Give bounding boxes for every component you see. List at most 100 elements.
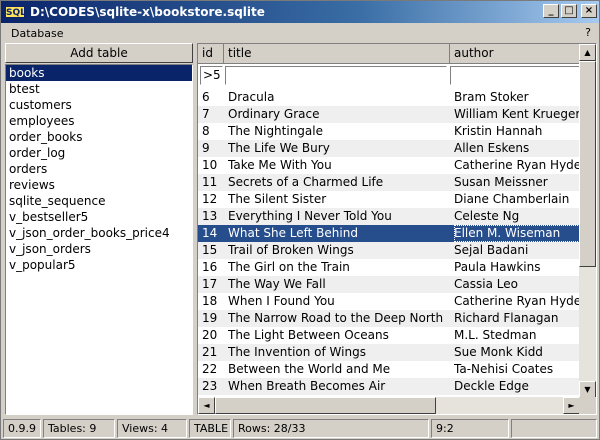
table-list-item[interactable]: customers: [6, 97, 192, 113]
table-row[interactable]: 23 When Breath Becomes Air Deckle Edge: [198, 378, 580, 395]
cell-author[interactable]: Ta-Nehisi Coates: [454, 361, 580, 378]
cell-author[interactable]: Celeste Ng: [454, 208, 580, 225]
table-list[interactable]: books btest customers employees order_books o…: [5, 64, 193, 415]
table-row[interactable]: 15 Trail of Broken Wings Sejal Badani: [198, 242, 580, 259]
cell-id[interactable]: 20: [202, 327, 226, 344]
table-list-item[interactable]: books: [6, 65, 192, 81]
cell-author[interactable]: M.L. Stedman: [454, 327, 580, 344]
table-list-item[interactable]: v_json_orders: [6, 241, 192, 257]
cell-title[interactable]: The Way We Fall: [228, 276, 450, 293]
table-list-item[interactable]: btest: [6, 81, 192, 97]
cell-title[interactable]: The Nightingale: [228, 123, 450, 140]
cell-id[interactable]: 9: [202, 140, 226, 157]
table-row[interactable]: 7 Ordinary Grace William Kent Krueger: [198, 106, 580, 123]
cell-id[interactable]: 16: [202, 259, 226, 276]
cell-id[interactable]: 18: [202, 293, 226, 310]
cell-id[interactable]: 13: [202, 208, 226, 225]
table-list-item[interactable]: v_popular5: [6, 257, 192, 273]
table-row[interactable]: 10 Take Me With You Catherine Ryan Hyde: [198, 157, 580, 174]
table-row[interactable]: 6 Dracula Bram Stoker: [198, 89, 580, 106]
table-list-item[interactable]: v_bestseller5: [6, 209, 192, 225]
cell-id[interactable]: 14: [202, 225, 226, 242]
title-bar[interactable]: SQL D:\CODES\sqlite-x\bookstore.sqlite _…: [1, 1, 599, 23]
cell-title[interactable]: Everything I Never Told You: [228, 208, 450, 225]
filter-title-input[interactable]: [225, 66, 447, 85]
vertical-scrollbar[interactable]: ▲ ▼: [579, 44, 596, 398]
table-row[interactable]: 12 The Silent Sister Diane Chamberlain: [198, 191, 580, 208]
table-row[interactable]: 22 Between the World and Me Ta-Nehisi Coat…: [198, 361, 580, 378]
cell-author[interactable]: Catherine Ryan Hyde: [454, 293, 580, 310]
help-menu[interactable]: ?: [585, 26, 591, 39]
cell-author[interactable]: Deckle Edge: [454, 378, 580, 395]
table-list-item[interactable]: v_json_order_books_price4: [6, 225, 192, 241]
table-row[interactable]: 11 Secrets of a Charmed Life Susan Meissne…: [198, 174, 580, 191]
table-list-item[interactable]: reviews: [6, 177, 192, 193]
cell-id[interactable]: 19: [202, 310, 226, 327]
table-row[interactable]: 17 The Way We Fall Cassia Leo: [198, 276, 580, 293]
table-row[interactable]: 8 The Nightingale Kristin Hannah: [198, 123, 580, 140]
cell-author[interactable]: Richard Flanagan: [454, 310, 580, 327]
cell-id[interactable]: 23: [202, 378, 226, 395]
menu-database[interactable]: Database: [1, 27, 74, 40]
cell-title[interactable]: When I Found You: [228, 293, 450, 310]
cell-title[interactable]: The Girl on the Train: [228, 259, 450, 276]
cell-author[interactable]: Diane Chamberlain: [454, 191, 580, 208]
cell-author[interactable]: Allen Eskens: [454, 140, 580, 157]
cell-title[interactable]: Take Me With You: [228, 157, 450, 174]
table-row[interactable]: 14 What She Left Behind Ellen M. Wiseman: [198, 225, 580, 242]
cell-id[interactable]: 11: [202, 174, 226, 191]
table-row[interactable]: 16 The Girl on the Train Paula Hawkins: [198, 259, 580, 276]
table-list-item[interactable]: order_books: [6, 129, 192, 145]
cell-author[interactable]: Cassia Leo: [454, 276, 580, 293]
horizontal-scroll-thumb[interactable]: [215, 397, 436, 414]
table-row[interactable]: 20 The Light Between Oceans M.L. Stedman: [198, 327, 580, 344]
cell-author[interactable]: Sejal Badani: [454, 242, 580, 259]
table-row[interactable]: 19 The Narrow Road to the Deep North Richa…: [198, 310, 580, 327]
horizontal-scrollbar[interactable]: ◄ ►: [198, 397, 580, 414]
column-header-author[interactable]: author: [450, 44, 580, 64]
table-list-item[interactable]: order_log: [6, 145, 192, 161]
scroll-left-icon[interactable]: ◄: [198, 397, 215, 414]
cell-title[interactable]: Secrets of a Charmed Life: [228, 174, 450, 191]
cell-author[interactable]: Paula Hawkins: [454, 259, 580, 276]
table-list-item[interactable]: orders: [6, 161, 192, 177]
cell-id[interactable]: 22: [202, 361, 226, 378]
cell-author[interactable]: Catherine Ryan Hyde: [454, 157, 580, 174]
cell-author[interactable]: Sue Monk Kidd: [454, 344, 580, 361]
scroll-down-icon[interactable]: ▼: [579, 381, 596, 398]
cell-title[interactable]: When Breath Becomes Air: [228, 378, 450, 395]
cell-id[interactable]: 21: [202, 344, 226, 361]
cell-id[interactable]: 15: [202, 242, 226, 259]
cell-title[interactable]: The Life We Bury: [228, 140, 450, 157]
close-button[interactable]: ×: [581, 4, 597, 18]
cell-author[interactable]: Susan Meissner: [454, 174, 580, 191]
table-list-item[interactable]: employees: [6, 113, 192, 129]
cell-id[interactable]: 6: [202, 89, 226, 106]
minimize-button[interactable]: _: [543, 4, 559, 18]
filter-id-input[interactable]: >5: [200, 66, 223, 85]
cell-title[interactable]: The Narrow Road to the Deep North: [228, 310, 450, 327]
scroll-up-icon[interactable]: ▲: [579, 44, 596, 61]
cell-id[interactable]: 12: [202, 191, 226, 208]
scroll-right-icon[interactable]: ►: [563, 397, 580, 414]
maximize-button[interactable]: □: [561, 4, 577, 18]
cell-title[interactable]: Between the World and Me: [228, 361, 450, 378]
table-row[interactable]: 21 The Invention of Wings Sue Monk Kidd: [198, 344, 580, 361]
cell-title[interactable]: Trail of Broken Wings: [228, 242, 450, 259]
cell-author[interactable]: William Kent Krueger: [454, 106, 580, 123]
table-row[interactable]: 13 Everything I Never Told You Celeste Ng: [198, 208, 580, 225]
cell-title[interactable]: The Invention of Wings: [228, 344, 450, 361]
cell-author[interactable]: Bram Stoker: [454, 89, 580, 106]
filter-author-input[interactable]: [450, 66, 580, 85]
column-header-title[interactable]: title: [224, 44, 450, 64]
cell-id[interactable]: 10: [202, 157, 226, 174]
table-row[interactable]: 9 The Life We Bury Allen Eskens: [198, 140, 580, 157]
table-list-item[interactable]: sqlite_sequence: [6, 193, 192, 209]
cell-author[interactable]: Kristin Hannah: [454, 123, 580, 140]
cell-author[interactable]: Ellen M. Wiseman: [454, 225, 580, 242]
cell-title[interactable]: Dracula: [228, 89, 450, 106]
vertical-scroll-thumb[interactable]: [579, 61, 596, 267]
add-table-button[interactable]: Add table: [5, 43, 193, 63]
cell-id[interactable]: 17: [202, 276, 226, 293]
cell-title[interactable]: What She Left Behind: [228, 225, 450, 242]
